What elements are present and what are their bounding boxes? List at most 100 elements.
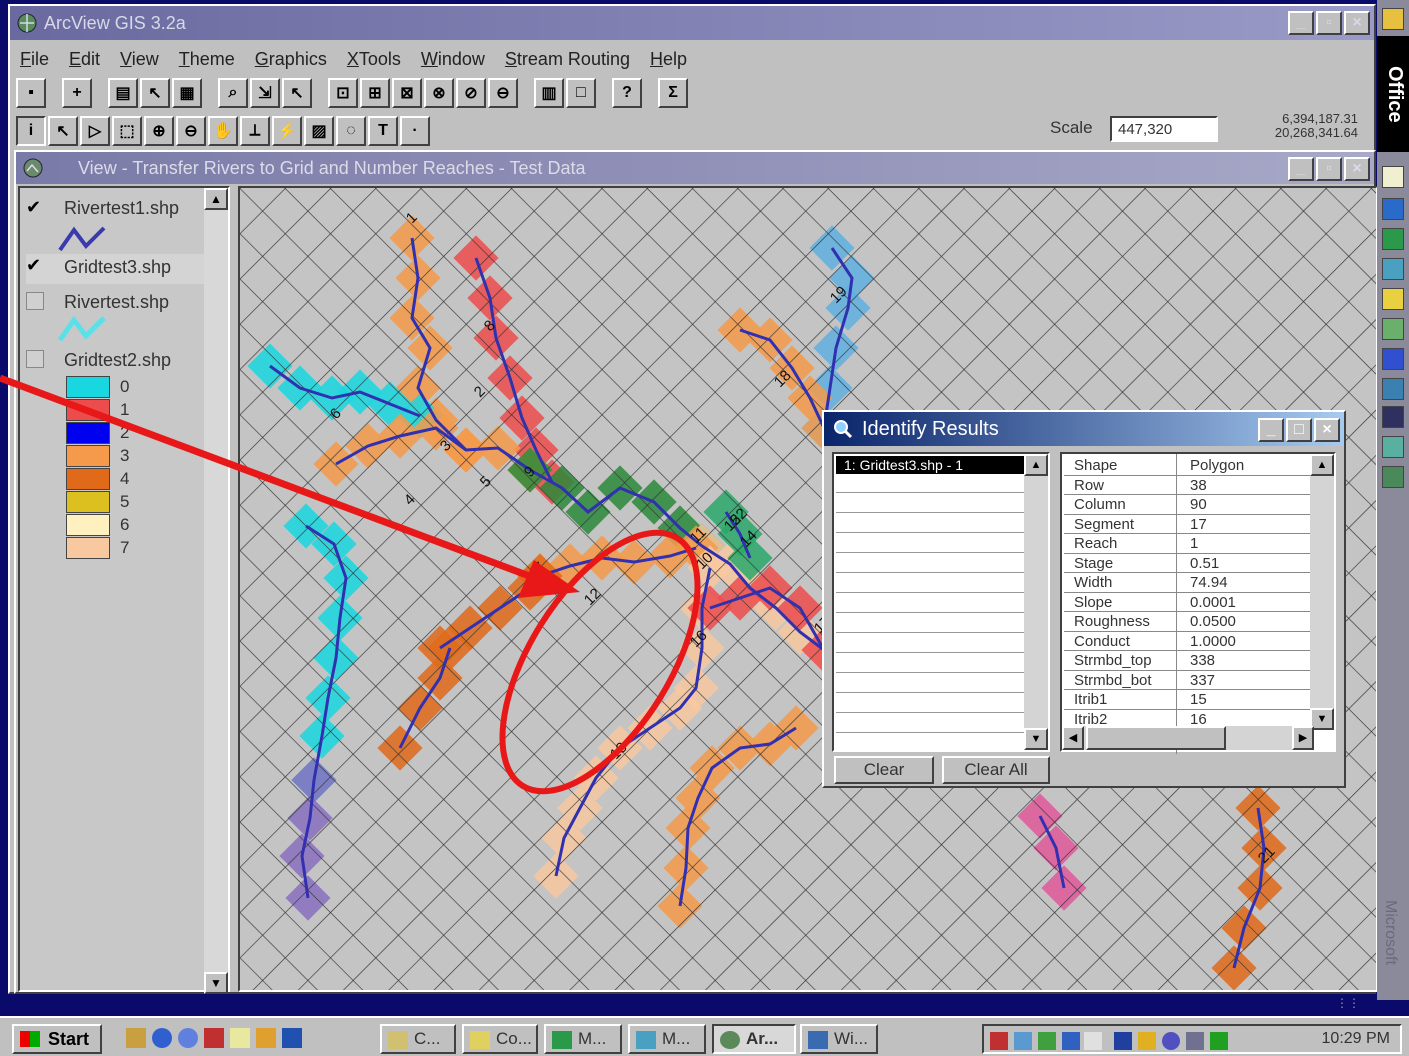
identified-feature-item[interactable]: 1: Gridtest3.shp - 1 bbox=[836, 456, 1026, 474]
volume-icon[interactable] bbox=[1084, 1032, 1102, 1050]
attribute-field: Stage bbox=[1074, 554, 1114, 572]
system-tray: 10:29 PM bbox=[982, 1024, 1402, 1054]
annotation-arrowhead bbox=[518, 560, 580, 598]
attribute-field: Slope bbox=[1074, 593, 1113, 611]
notepad-icon[interactable] bbox=[230, 1028, 250, 1048]
update-icon[interactable] bbox=[1162, 1032, 1180, 1050]
identify-close-button[interactable]: × bbox=[1314, 418, 1340, 442]
attribute-vscrollbar[interactable]: ▲ ▼ bbox=[1310, 454, 1334, 730]
task-button-arcview[interactable]: Ar... bbox=[712, 1024, 796, 1054]
attribute-value: 1 bbox=[1190, 535, 1199, 552]
internet-explorer-icon[interactable] bbox=[152, 1028, 172, 1048]
new-document-icon[interactable] bbox=[1382, 166, 1404, 188]
network-icon[interactable] bbox=[1014, 1032, 1032, 1050]
outlook-icon[interactable] bbox=[1382, 258, 1404, 280]
network-icon[interactable] bbox=[1382, 378, 1404, 400]
task-button-4[interactable]: M... bbox=[628, 1024, 706, 1054]
identified-features-list[interactable]: 1: Gridtest3.shp - 1 ▲ ▼ bbox=[832, 452, 1050, 752]
display-icon[interactable] bbox=[1062, 1032, 1080, 1050]
task-button-3[interactable]: M... bbox=[544, 1024, 622, 1054]
explorer-icon bbox=[388, 1031, 408, 1049]
folder-icon[interactable] bbox=[256, 1028, 276, 1048]
attribute-value: 17 bbox=[1190, 515, 1207, 533]
identify-results-dialog: Identify Results _ □ × 1: Gridtest3.shp … bbox=[822, 410, 1346, 788]
microsoft-brand: Microsoft bbox=[1382, 900, 1399, 965]
window-icon bbox=[636, 1031, 656, 1049]
taskbar: Start C... Co... M... M... Ar... Wi... 1… bbox=[0, 1016, 1409, 1056]
scroll-down-icon[interactable]: ▼ bbox=[1024, 728, 1048, 750]
attribute-hscrollbar[interactable]: ◀ ▶ bbox=[1062, 726, 1314, 750]
folder-icon bbox=[470, 1031, 490, 1049]
powerpoint-icon[interactable] bbox=[1382, 318, 1404, 340]
identify-titlebar[interactable]: Identify Results _ □ × bbox=[824, 412, 1344, 446]
internet-explorer-icon[interactable] bbox=[1382, 348, 1404, 370]
magnifier-icon bbox=[834, 420, 853, 439]
attribute-row: Strmbd_bot 337 bbox=[1064, 671, 1310, 690]
scroll-up-icon[interactable]: ▲ bbox=[1024, 454, 1048, 476]
show-desktop-icon[interactable] bbox=[126, 1028, 146, 1048]
search-icon[interactable] bbox=[1382, 288, 1404, 310]
clear-button[interactable]: Clear bbox=[834, 756, 934, 784]
battery-icon[interactable] bbox=[1210, 1032, 1228, 1050]
attribute-value: 338 bbox=[1190, 652, 1216, 669]
office-shortcut-bar: Office Microsoft bbox=[1377, 0, 1409, 1000]
identify-title: Identify Results bbox=[862, 418, 999, 440]
attribute-value: 90 bbox=[1190, 496, 1207, 513]
scroll-right-icon[interactable]: ▶ bbox=[1292, 726, 1314, 750]
attribute-table: Shape Polygon Row 38 Column 90 Segment 17 Reach 1… bbox=[1060, 452, 1336, 754]
clock: 10:29 PM bbox=[1321, 1030, 1390, 1047]
access-icon[interactable] bbox=[1382, 436, 1404, 458]
printer-icon[interactable] bbox=[1114, 1032, 1132, 1050]
attribute-row: Segment 17 bbox=[1064, 515, 1310, 534]
sync-icon[interactable] bbox=[1038, 1032, 1056, 1050]
task-scheduler-icon[interactable] bbox=[1138, 1032, 1156, 1050]
excel-icon[interactable] bbox=[1382, 228, 1404, 250]
windows-logo-icon bbox=[20, 1031, 40, 1047]
attribute-row: Reach 1 bbox=[1064, 534, 1310, 554]
find-icon[interactable] bbox=[1382, 466, 1404, 488]
identify-maximize-button[interactable]: □ bbox=[1286, 418, 1312, 442]
scroll-left-icon[interactable]: ◀ bbox=[1062, 726, 1084, 750]
monitor-icon[interactable] bbox=[1186, 1032, 1204, 1050]
office-logo-icon[interactable] bbox=[1382, 8, 1404, 30]
word-icon bbox=[808, 1031, 828, 1049]
word-icon[interactable] bbox=[1382, 198, 1404, 220]
attribute-row: Shape Polygon bbox=[1064, 456, 1310, 476]
annotation-ellipse bbox=[499, 529, 701, 795]
start-label: Start bbox=[48, 1029, 90, 1049]
attribute-row: Roughness 0.0500 bbox=[1064, 612, 1310, 632]
scroll-up-icon[interactable]: ▲ bbox=[1310, 454, 1334, 476]
identify-minimize-button[interactable]: _ bbox=[1258, 418, 1284, 442]
office-label: Office bbox=[1377, 36, 1409, 152]
scroll-thumb[interactable] bbox=[1086, 726, 1226, 750]
outlook-icon[interactable] bbox=[282, 1028, 302, 1048]
task-button-1[interactable]: C... bbox=[380, 1024, 456, 1054]
shield-icon[interactable] bbox=[990, 1032, 1008, 1050]
clear-all-button[interactable]: Clear All bbox=[942, 756, 1050, 784]
attribute-row: Column 90 bbox=[1064, 495, 1310, 515]
attribute-value: 74.94 bbox=[1190, 574, 1228, 591]
column-divider bbox=[1176, 454, 1177, 754]
attribute-field: Shape bbox=[1074, 457, 1118, 474]
browser-icon[interactable] bbox=[178, 1028, 198, 1048]
attribute-field: Column bbox=[1074, 496, 1126, 513]
task-button-6[interactable]: Wi... bbox=[800, 1024, 878, 1054]
monitor-icon[interactable] bbox=[1382, 406, 1404, 428]
task-button-2[interactable]: Co... bbox=[462, 1024, 538, 1054]
attribute-field: Strmbd_top bbox=[1074, 652, 1152, 669]
annotation-arrow bbox=[0, 374, 542, 584]
attribute-field: Roughness bbox=[1074, 613, 1150, 630]
start-button[interactable]: Start bbox=[12, 1024, 102, 1054]
attribute-row: Conduct 1.0000 bbox=[1064, 632, 1310, 651]
list-scrollbar[interactable]: ▲ ▼ bbox=[1024, 454, 1048, 750]
attribute-value: 15 bbox=[1190, 691, 1207, 708]
attribute-row: Strmbd_top 338 bbox=[1064, 651, 1310, 671]
attribute-value: 0.0001 bbox=[1190, 593, 1236, 611]
attribute-row: Slope 0.0001 bbox=[1064, 593, 1310, 612]
resize-grip-icon[interactable]: ⋮⋮ bbox=[1336, 996, 1364, 1012]
attribute-row: Width 74.94 bbox=[1064, 573, 1310, 593]
attribute-row: Row 38 bbox=[1064, 476, 1310, 495]
media-icon[interactable] bbox=[204, 1028, 224, 1048]
globe-icon bbox=[720, 1031, 740, 1049]
attribute-field: Segment bbox=[1074, 515, 1135, 533]
